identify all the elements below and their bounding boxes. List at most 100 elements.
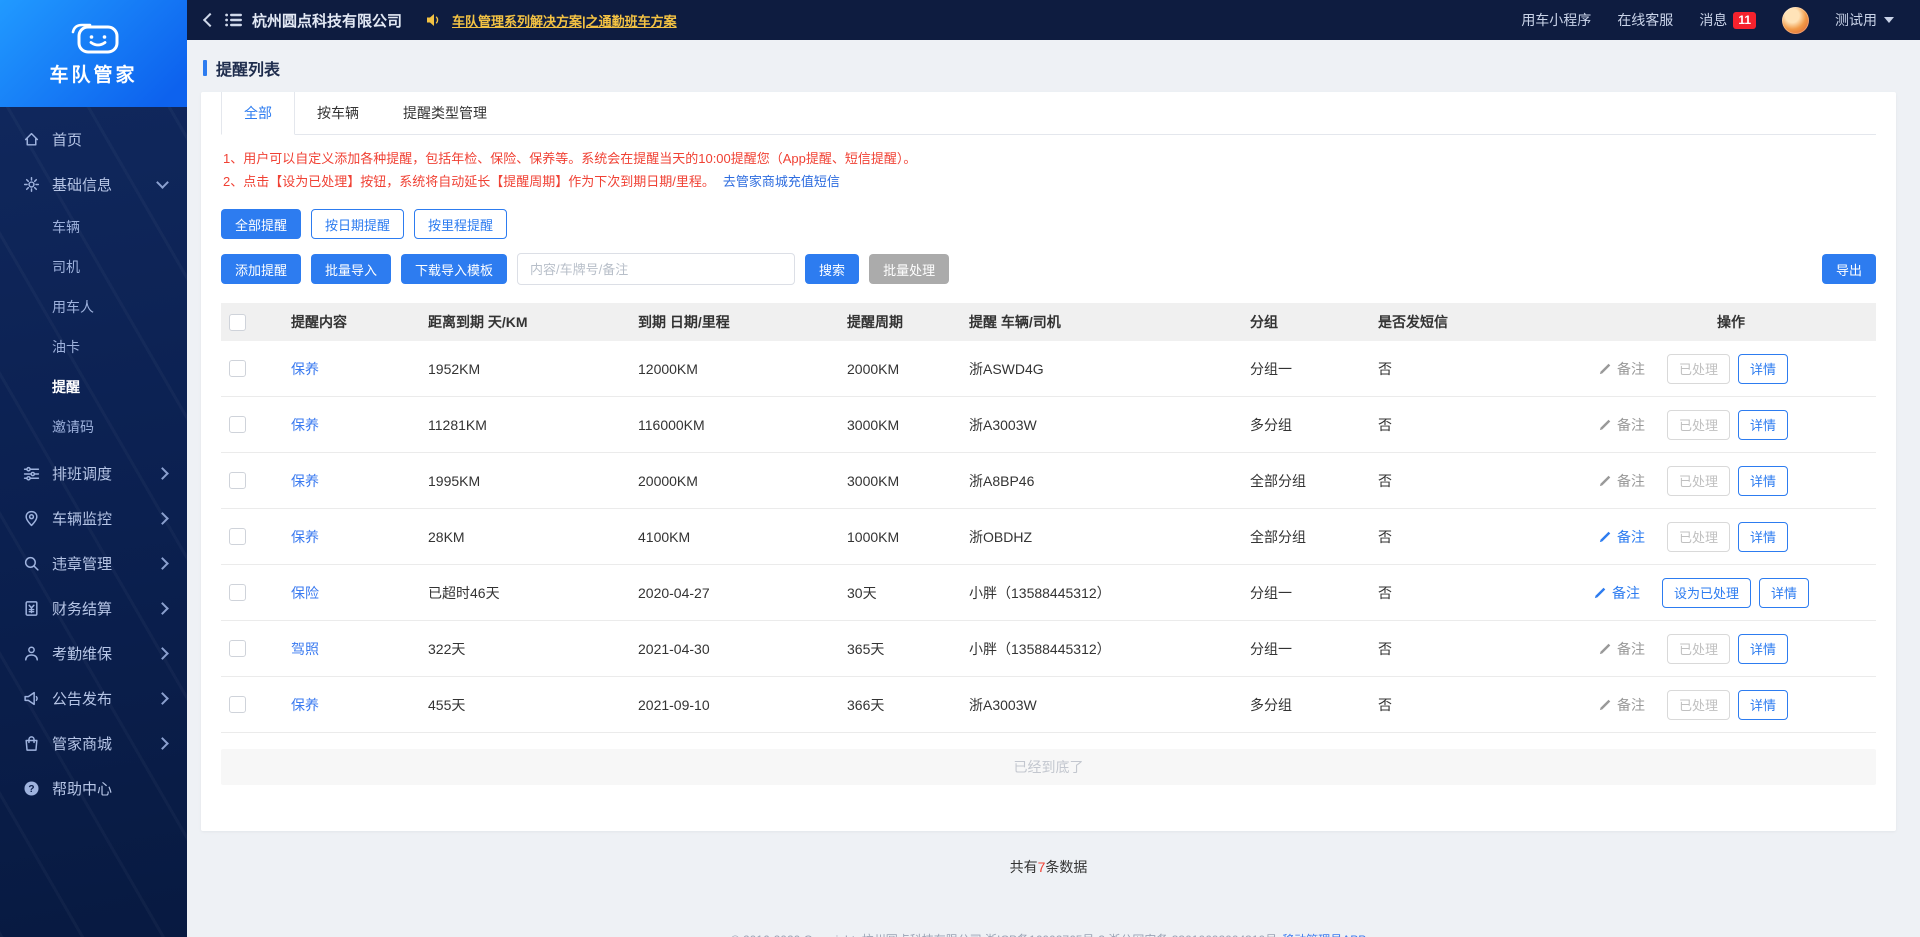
reminder-type-link[interactable]: 保养 <box>291 473 319 489</box>
sliders-icon <box>22 465 40 483</box>
tab-2[interactable]: 提醒类型管理 <box>381 92 509 134</box>
detail-button[interactable]: 详情 <box>1737 689 1788 720</box>
announcement-link[interactable]: 车队管理系列解决方案|之通勤班车方案 <box>452 11 677 30</box>
sidebar-subitem-3[interactable]: 油卡 <box>0 327 187 367</box>
sidebar-item-basic-info[interactable]: 基础信息 <box>0 162 187 207</box>
app-logo: 车队管家 <box>0 0 187 107</box>
processed-button[interactable]: 已处理 <box>1666 353 1730 384</box>
menu-list-icon[interactable] <box>225 13 242 27</box>
table-row: 保养 1952KM 12000KM 2000KM 浙ASWD4G 分组一否备注 已处理 详情 <box>221 341 1876 397</box>
sidebar-item-vehicle-monitoring[interactable]: 车辆监控 <box>0 496 187 541</box>
row-checkbox[interactable] <box>229 528 246 546</box>
batch-process-button[interactable]: 批量处理 <box>869 254 950 284</box>
cell-sms: 否 <box>1370 452 1586 509</box>
remark-button[interactable]: 备注 <box>1599 359 1645 379</box>
user-menu[interactable]: 测试用 <box>1835 10 1894 30</box>
chevron-right-icon <box>156 737 169 750</box>
content-area: 提醒列表 全部 按车辆 提醒类型管理 1、用户可以自定义添加各种提醒，包括年检、保险… <box>187 40 1920 937</box>
sidebar-item-finance[interactable]: 财务结算 <box>0 586 187 631</box>
row-checkbox[interactable] <box>229 584 246 602</box>
sidebar-item-scheduling[interactable]: 排班调度 <box>0 451 187 496</box>
cell-actions: 备注 已处理 详情 <box>1586 396 1876 453</box>
recharge-sms-link[interactable]: 去管家商城充值短信 <box>723 174 840 189</box>
cell-due: 2021-04-30 <box>630 620 839 677</box>
remark-button[interactable]: 备注 <box>1599 695 1645 715</box>
row-checkbox[interactable] <box>229 696 246 714</box>
row-checkbox[interactable] <box>229 360 246 378</box>
cell-remaining: 1995KM <box>420 452 630 509</box>
filter-button-2[interactable]: 按里程提醒 <box>414 209 508 239</box>
row-select-cell <box>221 396 283 453</box>
remark-button[interactable]: 备注 <box>1599 527 1645 547</box>
batch-import-button[interactable]: 批量导入 <box>311 254 392 284</box>
detail-button[interactable]: 详情 <box>1737 633 1788 664</box>
sidebar-item-announcement[interactable]: 公告发布 <box>0 676 187 721</box>
cell-type: 保险 <box>283 564 420 621</box>
download-template-button[interactable]: 下载导入模板 <box>401 254 508 284</box>
processed-button[interactable]: 已处理 <box>1666 689 1730 720</box>
megaphone-icon <box>22 690 40 708</box>
cell-actions: 备注 已处理 详情 <box>1586 676 1876 733</box>
select-all-checkbox[interactable] <box>229 313 246 331</box>
processed-button[interactable]: 已处理 <box>1666 521 1730 552</box>
sidebar-item-home[interactable]: 首页 <box>0 117 187 162</box>
remark-button[interactable]: 备注 <box>1599 471 1645 491</box>
mini-program-link[interactable]: 用车小程序 <box>1521 10 1591 30</box>
sidebar-item-label: 首页 <box>52 132 83 149</box>
online-service-link[interactable]: 在线客服 <box>1617 10 1673 30</box>
avatar[interactable] <box>1782 6 1809 34</box>
reminder-type-link[interactable]: 保养 <box>291 529 319 545</box>
row-select-cell <box>221 452 283 509</box>
sidebar-subitem-1[interactable]: 司机 <box>0 247 187 287</box>
detail-button[interactable]: 详情 <box>1737 465 1788 496</box>
sidebar-subitem-2[interactable]: 用车人 <box>0 287 187 327</box>
reminder-type-link[interactable]: 保养 <box>291 697 319 713</box>
processed-button[interactable]: 设为已处理 <box>1662 577 1752 608</box>
filter-button-0[interactable]: 全部提醒 <box>221 209 302 239</box>
sidebar-item-help-center[interactable]: ? 帮助中心 <box>0 766 187 811</box>
row-checkbox[interactable] <box>229 416 246 434</box>
detail-button[interactable]: 详情 <box>1737 409 1788 440</box>
detail-button[interactable]: 详情 <box>1737 521 1788 552</box>
export-button[interactable]: 导出 <box>1821 254 1876 284</box>
filter-button-1[interactable]: 按日期提醒 <box>311 209 405 239</box>
search-button[interactable]: 搜索 <box>805 254 860 284</box>
cell-due: 20000KM <box>630 452 839 509</box>
processed-button[interactable]: 已处理 <box>1666 409 1730 440</box>
remark-button[interactable]: 备注 <box>1599 415 1645 435</box>
sidebar-subitem-0[interactable]: 车辆 <box>0 207 187 247</box>
gear-icon <box>22 176 40 194</box>
reminder-type-link[interactable]: 保养 <box>291 417 319 433</box>
row-checkbox[interactable] <box>229 640 246 658</box>
cell-group: 分组一 <box>1242 564 1370 621</box>
tab-0[interactable]: 全部 <box>221 92 295 135</box>
reminder-type-link[interactable]: 保养 <box>291 361 319 377</box>
col-header-3: 提醒周期 <box>839 303 961 341</box>
reminder-type-link[interactable]: 保险 <box>291 585 319 601</box>
row-select-cell <box>221 564 283 621</box>
sidebar-subitem-5[interactable]: 邀请码 <box>0 407 187 447</box>
sidebar-subitem-4[interactable]: 提醒 <box>0 367 187 407</box>
messages-link[interactable]: 消息 11 <box>1699 10 1756 30</box>
home-icon <box>22 131 40 149</box>
processed-button[interactable]: 已处理 <box>1666 633 1730 664</box>
detail-button[interactable]: 详情 <box>1737 353 1788 384</box>
messages-label: 消息 <box>1699 12 1728 28</box>
search-input[interactable] <box>517 253 796 285</box>
cell-remaining: 28KM <box>420 508 630 565</box>
sidebar-item-mall[interactable]: 管家商城 <box>0 721 187 766</box>
add-reminder-button[interactable]: 添加提醒 <box>221 254 302 284</box>
sidebar-item-violation[interactable]: 违章管理 <box>0 541 187 586</box>
tab-1[interactable]: 按车辆 <box>295 92 381 134</box>
remark-button[interactable]: 备注 <box>1599 639 1645 659</box>
processed-button[interactable]: 已处理 <box>1666 465 1730 496</box>
end-of-list-indicator: 已经到底了 <box>221 749 1876 785</box>
sidebar-item-attendance-maintenance[interactable]: 考勤维保 <box>0 631 187 676</box>
detail-button[interactable]: 详情 <box>1759 577 1810 608</box>
reminder-type-link[interactable]: 驾照 <box>291 641 319 657</box>
collapse-sidebar-icon[interactable] <box>202 12 218 28</box>
cell-cycle: 2000KM <box>839 341 961 397</box>
remark-button[interactable]: 备注 <box>1594 583 1640 603</box>
row-checkbox[interactable] <box>229 472 246 490</box>
mobile-admin-app-link[interactable]: 移动管理员APP <box>1282 933 1366 937</box>
